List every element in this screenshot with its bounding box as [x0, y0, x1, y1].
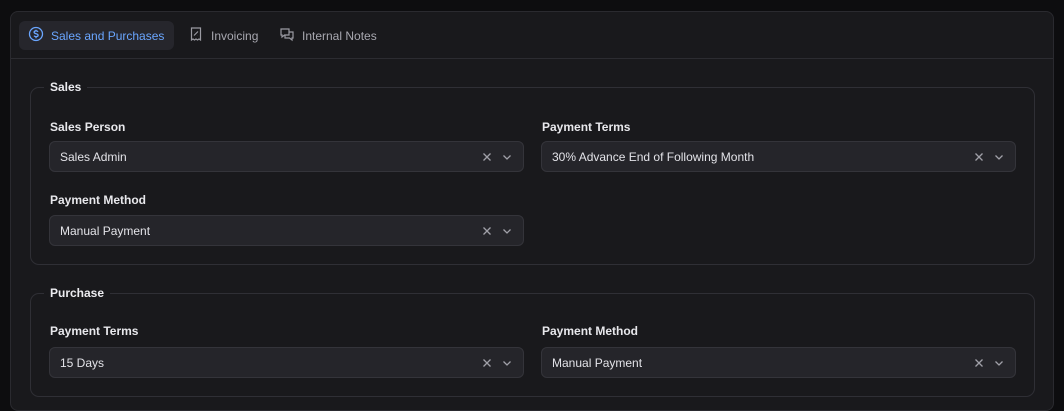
sales-payment-terms-value: 30% Advance End of Following Month: [552, 149, 755, 164]
sales-payment-method-select[interactable]: Manual Payment: [49, 215, 524, 246]
chevron-down-icon[interactable]: [499, 223, 515, 239]
chevron-down-icon[interactable]: [991, 355, 1007, 371]
sales-payment-method-value: Manual Payment: [60, 223, 151, 238]
chevron-down-icon[interactable]: [499, 355, 515, 371]
payment-terms-label: Payment Terms: [50, 324, 139, 338]
purchase-legend: Purchase: [44, 286, 111, 300]
tab-internal-notes[interactable]: Internal Notes: [270, 21, 387, 50]
tab-label: Invoicing: [211, 28, 259, 43]
sales-person-value: Sales Admin: [60, 149, 127, 164]
purchase-section: Purchase Payment Terms 15 Days Payment M…: [30, 286, 1035, 397]
form-panel: Sales and Purchases Invoicing Internal N…: [10, 11, 1054, 411]
dollar-circle-icon: [28, 26, 44, 45]
clear-icon[interactable]: [971, 149, 987, 165]
tab-label: Sales and Purchases: [51, 28, 165, 43]
tab-sales-and-purchases[interactable]: Sales and Purchases: [19, 21, 175, 50]
tab-bar: Sales and Purchases Invoicing Internal N…: [11, 12, 1053, 59]
sales-person-select[interactable]: Sales Admin: [49, 141, 524, 172]
purchase-payment-method-value: Manual Payment: [552, 355, 643, 370]
purchase-payment-method-select[interactable]: Manual Payment: [541, 347, 1016, 378]
clear-icon[interactable]: [971, 355, 987, 371]
sales-section: Sales Sales Person Sales Admin Payment T…: [30, 80, 1035, 265]
payment-method-label: Payment Method: [542, 324, 639, 338]
sales-legend: Sales: [44, 80, 88, 94]
receipt-icon: [188, 26, 204, 45]
clear-icon[interactable]: [479, 355, 495, 371]
payment-method-label: Payment Method: [50, 193, 147, 207]
sales-payment-terms-select[interactable]: 30% Advance End of Following Month: [541, 141, 1016, 172]
tab-invoicing[interactable]: Invoicing: [179, 21, 268, 50]
clear-icon[interactable]: [479, 149, 495, 165]
purchase-payment-terms-select[interactable]: 15 Days: [49, 347, 524, 378]
chevron-down-icon[interactable]: [991, 149, 1007, 165]
clear-icon[interactable]: [479, 223, 495, 239]
tab-label: Internal Notes: [302, 28, 377, 43]
purchase-payment-terms-value: 15 Days: [60, 355, 105, 370]
chevron-down-icon[interactable]: [499, 149, 515, 165]
payment-terms-label: Payment Terms: [542, 120, 631, 134]
sales-person-label: Sales Person: [50, 120, 126, 134]
chat-bubbles-icon: [279, 26, 295, 45]
